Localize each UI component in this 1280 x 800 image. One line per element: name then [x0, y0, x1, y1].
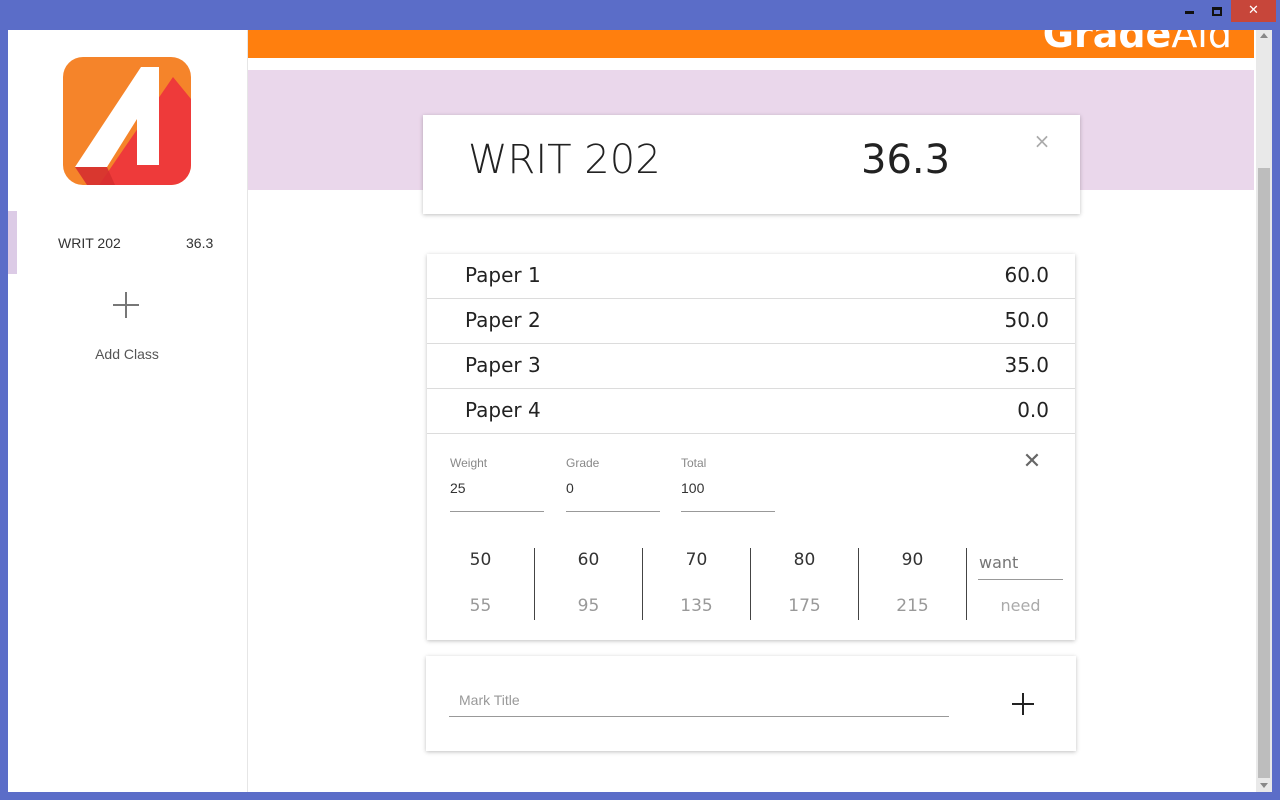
target-need: 215 [896, 596, 929, 616]
scroll-up-icon[interactable] [1260, 33, 1268, 38]
target-want: 90 [901, 550, 924, 570]
total-field: Total [681, 456, 775, 512]
app-header-bar: GradeAid [248, 30, 1254, 58]
target-need: 55 [469, 596, 492, 616]
grade-input[interactable] [566, 480, 656, 496]
mark-row[interactable]: Paper 2 50.0 [427, 299, 1075, 344]
target-need: 95 [577, 596, 600, 616]
class-grade-total: 36.3 [861, 137, 951, 183]
mark-title: Paper 4 [465, 398, 541, 422]
target-want: 60 [577, 550, 600, 570]
class-name: WRIT 202 [58, 235, 121, 251]
target-column: 50 55 [427, 548, 535, 620]
target-want: 70 [685, 550, 708, 570]
mark-value: 60.0 [1004, 263, 1049, 287]
grade-label: Grade [566, 456, 600, 470]
vertical-scrollbar[interactable] [1256, 30, 1272, 792]
add-class-button[interactable]: Add Class [78, 288, 178, 368]
target-need: 135 [680, 596, 713, 616]
total-label: Total [681, 456, 707, 470]
add-mark-card [426, 656, 1076, 751]
mark-title-input[interactable] [449, 683, 949, 717]
sidebar: WRIT 202 36.3 Add Class [8, 30, 248, 792]
target-column: 90 215 [859, 548, 967, 620]
selected-indicator [8, 211, 17, 274]
mark-title: Paper 2 [465, 308, 541, 332]
target-column: 70 135 [643, 548, 751, 620]
need-label: need [1000, 596, 1041, 615]
add-class-label: Add Class [95, 346, 159, 362]
minimize-icon [1184, 11, 1194, 14]
scroll-down-icon[interactable] [1260, 783, 1268, 788]
mark-value: 50.0 [1004, 308, 1049, 332]
mark-row[interactable]: Paper 1 60.0 [427, 254, 1075, 299]
target-column: 80 175 [751, 548, 859, 620]
weight-input[interactable] [450, 480, 540, 496]
target-want: 50 [469, 550, 492, 570]
window-titlebar: ✕ [0, 0, 1280, 30]
class-grade: 36.3 [186, 235, 214, 251]
total-input[interactable] [681, 480, 771, 496]
sidebar-item-writ-202[interactable]: WRIT 202 36.3 [8, 211, 248, 274]
delete-mark-button[interactable]: ✕ [1021, 451, 1043, 473]
mark-title: Paper 1 [465, 263, 541, 287]
mark-row[interactable]: Paper 3 35.0 [427, 344, 1075, 389]
mark-title: Paper 3 [465, 353, 541, 377]
want-input[interactable] [978, 546, 1063, 580]
brand-bold: Grade [1042, 30, 1172, 56]
close-icon: ✕ [1248, 3, 1259, 18]
minimize-button[interactable] [1176, 0, 1202, 22]
mark-value: 35.0 [1004, 353, 1049, 377]
mark-row-selected[interactable]: Paper 4 0.0 [427, 389, 1075, 434]
grade-field: Grade [566, 456, 660, 512]
weight-field: Weight [450, 456, 544, 512]
window-close-button[interactable]: ✕ [1231, 0, 1276, 22]
brand-light: Aid [1171, 30, 1232, 56]
class-header-card: WRIT 202 36.3 × [423, 115, 1080, 214]
app-window: WRIT 202 36.3 Add Class GradeAid WRIT 20… [8, 30, 1272, 792]
marks-card: Paper 1 60.0 Paper 2 50.0 Paper 3 35.0 P… [427, 254, 1075, 640]
target-need: 175 [788, 596, 821, 616]
mark-value: 0.0 [1017, 398, 1049, 422]
class-title: WRIT 202 [468, 137, 661, 183]
scrollbar-thumb[interactable] [1258, 168, 1270, 778]
main-content: GradeAid WRIT 202 36.3 × Paper 1 60.0 Pa… [248, 30, 1256, 792]
close-icon: × [1033, 129, 1051, 153]
maximize-icon [1211, 7, 1222, 16]
gradeaid-logo-icon [63, 57, 191, 185]
add-mark-button[interactable] [1008, 689, 1038, 719]
weight-label: Weight [450, 456, 488, 470]
close-icon: ✕ [1022, 449, 1042, 474]
delete-class-button[interactable]: × [1031, 130, 1053, 152]
plus-icon [111, 290, 141, 320]
app-brand: GradeAid [1043, 30, 1232, 56]
target-want: 80 [793, 550, 816, 570]
target-column: 60 95 [535, 548, 643, 620]
maximize-button[interactable] [1203, 0, 1230, 22]
